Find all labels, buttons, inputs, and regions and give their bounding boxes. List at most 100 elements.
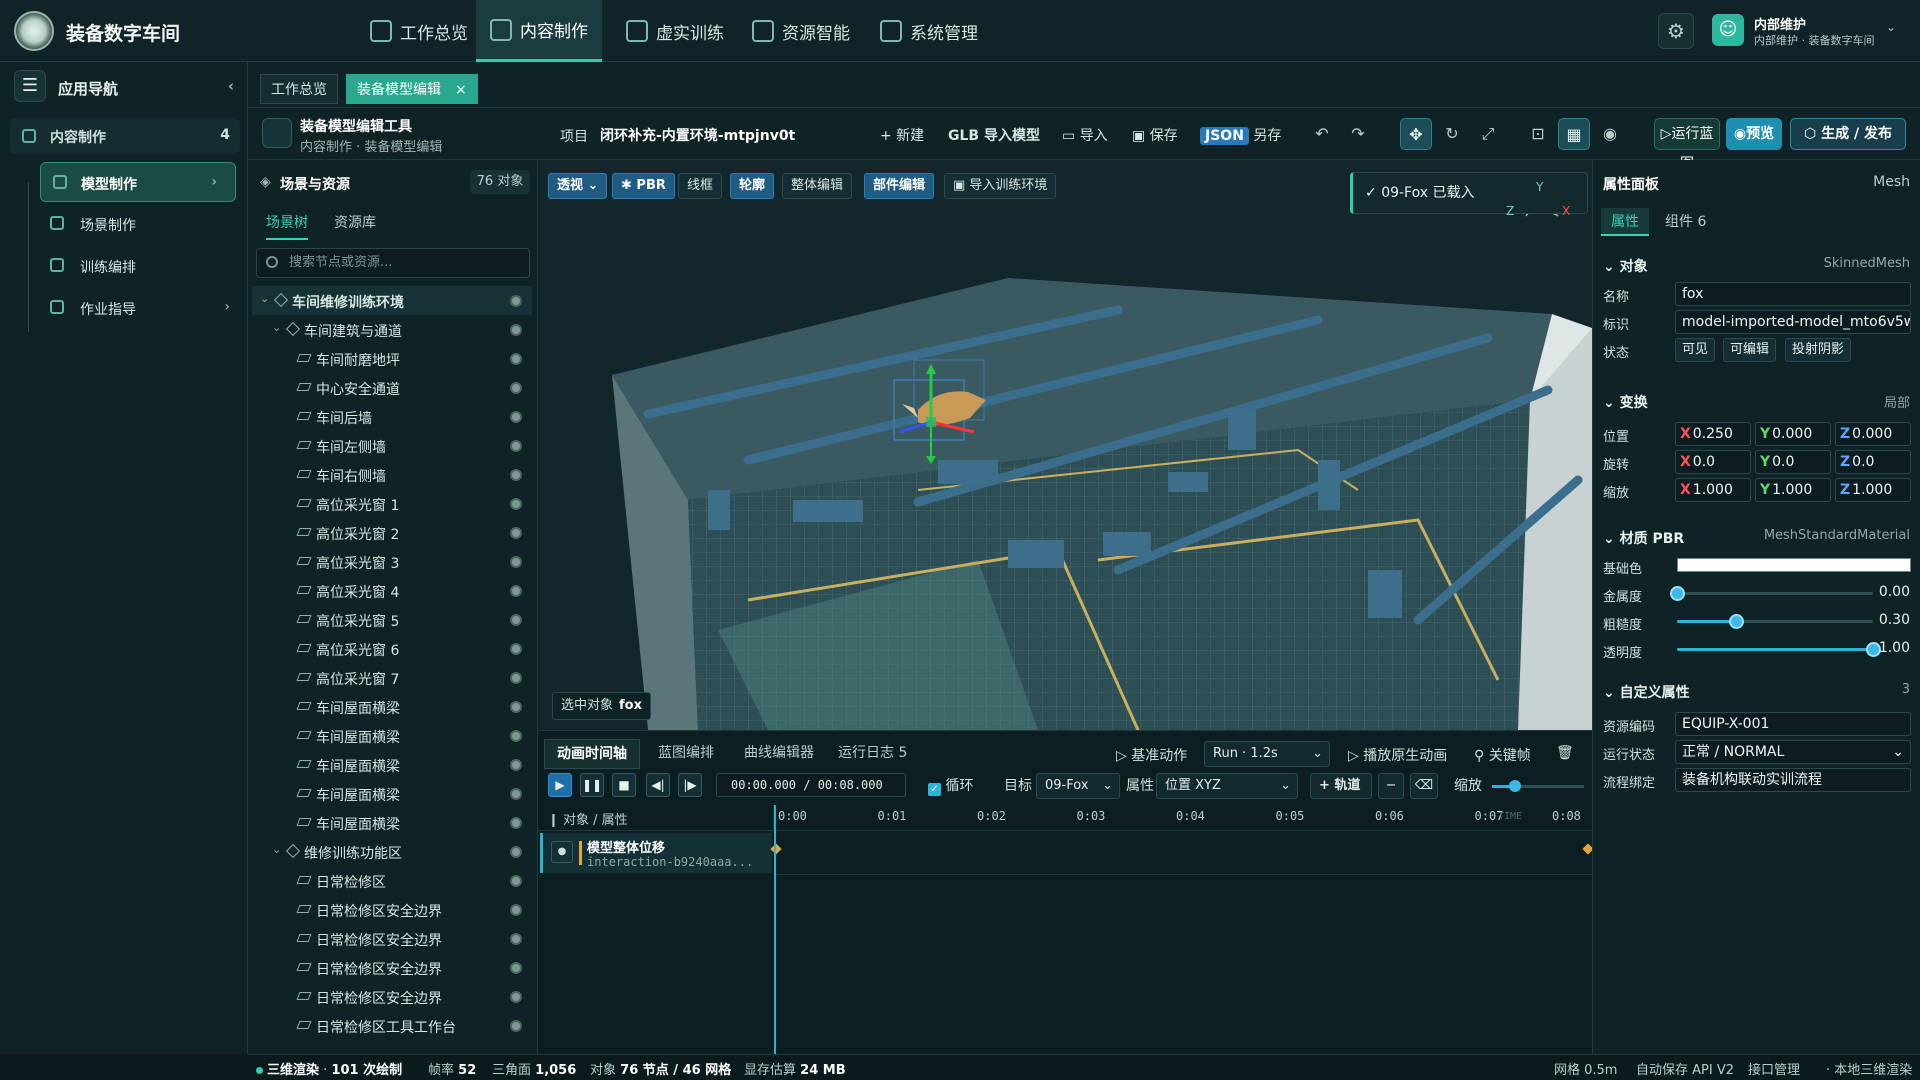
tree-row[interactable]: 车间左侧墙: [252, 431, 532, 460]
tab-curve-editor[interactable]: 曲线编辑器: [732, 739, 826, 769]
avatar[interactable]: ☺: [1712, 14, 1744, 46]
visibility-eye-icon[interactable]: [510, 643, 522, 655]
tree-row[interactable]: 车间屋面横梁: [252, 692, 532, 721]
rotate-icon[interactable]: ↻: [1436, 118, 1468, 150]
tab-run-log[interactable]: 运行日志 5: [826, 739, 919, 769]
visibility-eye-icon[interactable]: [510, 440, 522, 452]
tree-row[interactable]: 高位采光窗 4: [252, 576, 532, 605]
base-color-swatch[interactable]: [1677, 558, 1911, 572]
settings-gear-icon[interactable]: ⚙: [1658, 13, 1694, 49]
visibility-eye-icon[interactable]: [510, 556, 522, 568]
position-x-field[interactable]: X 0.250: [1675, 422, 1751, 446]
new-button[interactable]: + 新建: [880, 125, 924, 145]
visibility-eye-icon[interactable]: [510, 788, 522, 800]
play-button[interactable]: ▶: [548, 773, 572, 797]
scale-x-field[interactable]: X 1.000: [1675, 478, 1751, 502]
target-select[interactable]: 09-Fox ⌄: [1036, 773, 1120, 799]
time-ruler[interactable]: 0:00 0:01 0:02 0:03 0:04 0:05 0:06 0:07 0:08 TIM…: [774, 805, 1592, 831]
run-status-select[interactable]: 正常 / NORMAL ⌄: [1675, 740, 1911, 764]
tree-row[interactable]: 车间屋面横梁: [252, 779, 532, 808]
visibility-eye-icon[interactable]: [510, 962, 522, 974]
focus-icon[interactable]: ⊡: [1522, 118, 1554, 150]
tree-row[interactable]: 车间屋面横梁: [252, 721, 532, 750]
zoom-slider-knob[interactable]: [1509, 780, 1521, 792]
roughness-slider[interactable]: [1677, 614, 1873, 629]
tree-row[interactable]: 高位采光窗 3: [252, 547, 532, 576]
run-blueprint-button[interactable]: ▷运行蓝图: [1654, 118, 1720, 172]
stop-button[interactable]: ■: [612, 773, 636, 797]
redo-icon[interactable]: ↷: [1342, 118, 1374, 150]
visibility-eye-icon[interactable]: [510, 411, 522, 423]
step-back-button[interactable]: ◀|: [646, 773, 670, 797]
tree-row[interactable]: 高位采光窗 1: [252, 489, 532, 518]
visibility-eye-icon[interactable]: [510, 614, 522, 626]
section-material[interactable]: ⌄ 材质 PBR: [1603, 528, 1684, 548]
nav-training[interactable]: 虚实训练: [612, 0, 738, 62]
scale-icon[interactable]: ⤢: [1472, 118, 1504, 150]
sidebar-item-scene[interactable]: 场景制作: [0, 204, 248, 244]
step-forward-button[interactable]: |▶: [678, 773, 702, 797]
tab-model-edit[interactable]: 装备模型编辑 ×: [346, 74, 478, 104]
part-edit-button[interactable]: 部件编辑: [864, 173, 935, 199]
expand-toggle-icon[interactable]: ⌄: [272, 321, 281, 334]
clip-select[interactable]: Run · 1.2s ⌄: [1204, 741, 1330, 767]
save-button[interactable]: ▣ 保存: [1132, 125, 1178, 145]
close-icon[interactable]: ×: [455, 82, 467, 98]
collapse-icon[interactable]: ‹: [228, 77, 234, 95]
rotation-z-field[interactable]: Z 0.0: [1835, 450, 1911, 474]
chevron-down-icon[interactable]: ⌄: [1886, 20, 1896, 34]
delete-key-icon[interactable]: ⌫: [1410, 773, 1438, 799]
move-icon[interactable]: ✥: [1400, 118, 1432, 150]
tab-components[interactable]: 组件 6: [1655, 208, 1716, 236]
undo-icon[interactable]: ↶: [1306, 118, 1338, 150]
section-transform[interactable]: ⌄ 变换: [1603, 392, 1648, 412]
expand-toggle-icon[interactable]: ⌄: [260, 292, 269, 305]
json-save-as-button[interactable]: JSON 另存: [1200, 125, 1281, 145]
name-field[interactable]: fox: [1675, 282, 1911, 306]
import-env-button[interactable]: ▣ 导入训练环境: [944, 173, 1057, 199]
tab-blueprint[interactable]: 蓝图编排: [646, 739, 726, 769]
glb-import-button[interactable]: GLB 导入模型: [948, 125, 1040, 145]
zoom-slider[interactable]: [1492, 780, 1584, 792]
publish-button[interactable]: ⬡ 生成 / 发布: [1790, 118, 1906, 150]
camera-icon[interactable]: ◉: [1594, 118, 1626, 150]
tree-row[interactable]: 车间后墙: [252, 402, 532, 431]
tree-row[interactable]: ⌄ 车间建筑与通道: [252, 315, 532, 344]
visibility-eye-icon[interactable]: [510, 527, 522, 539]
track-lane[interactable]: [770, 831, 1594, 875]
visibility-eye-icon[interactable]: [510, 875, 522, 887]
tab-scene-tree[interactable]: 场景树: [266, 212, 308, 240]
scale-y-field[interactable]: Y 1.000: [1755, 478, 1831, 502]
tree-row[interactable]: 高位采光窗 2: [252, 518, 532, 547]
roughness-knob[interactable]: [1728, 614, 1744, 629]
nav-content[interactable]: 内容制作: [476, 0, 602, 62]
opacity-slider[interactable]: [1677, 642, 1881, 657]
nav-system[interactable]: 系统管理: [866, 0, 992, 62]
id-field[interactable]: model-imported-model_mto6v5w: [1675, 310, 1911, 334]
visibility-eye-icon[interactable]: [510, 382, 522, 394]
import-button[interactable]: ▭ 导入: [1062, 125, 1108, 145]
cast-shadow-chip[interactable]: 投射阴影: [1785, 338, 1852, 362]
visibility-eye-icon[interactable]: [510, 759, 522, 771]
scale-z-field[interactable]: Z 1.000: [1835, 478, 1911, 502]
tree-row[interactable]: ⌄ 车间维修训练环境: [252, 286, 532, 315]
tree-row[interactable]: 日常检修区安全边界: [252, 953, 532, 982]
metalness-knob[interactable]: [1670, 586, 1685, 601]
playhead[interactable]: [774, 805, 776, 1055]
property-select[interactable]: 位置 XYZ ⌄: [1156, 773, 1298, 799]
visibility-eye-icon[interactable]: [510, 730, 522, 742]
visibility-eye-icon[interactable]: [510, 1020, 522, 1032]
tree-row[interactable]: 车间耐磨地坪: [252, 344, 532, 373]
tree-row[interactable]: 日常检修区安全边界: [252, 895, 532, 924]
section-custom[interactable]: ⌄ 自定义属性: [1603, 682, 1690, 702]
tree-row[interactable]: 车间右侧墙: [252, 460, 532, 489]
keyframe-start[interactable]: [770, 843, 782, 855]
tree-row[interactable]: 车间屋面横梁: [252, 750, 532, 779]
tab-overview[interactable]: 工作总览: [260, 74, 338, 104]
play-original-button[interactable]: ▷ 播放原生动画: [1348, 745, 1447, 765]
expand-toggle-icon[interactable]: ⌄: [272, 843, 281, 856]
sidebar-item-guide[interactable]: 作业指导 ›: [0, 288, 248, 328]
tree-row[interactable]: 日常检修区安全边界: [252, 924, 532, 953]
editable-chip[interactable]: 可编辑: [1723, 338, 1777, 362]
visibility-eye-icon[interactable]: [510, 469, 522, 481]
